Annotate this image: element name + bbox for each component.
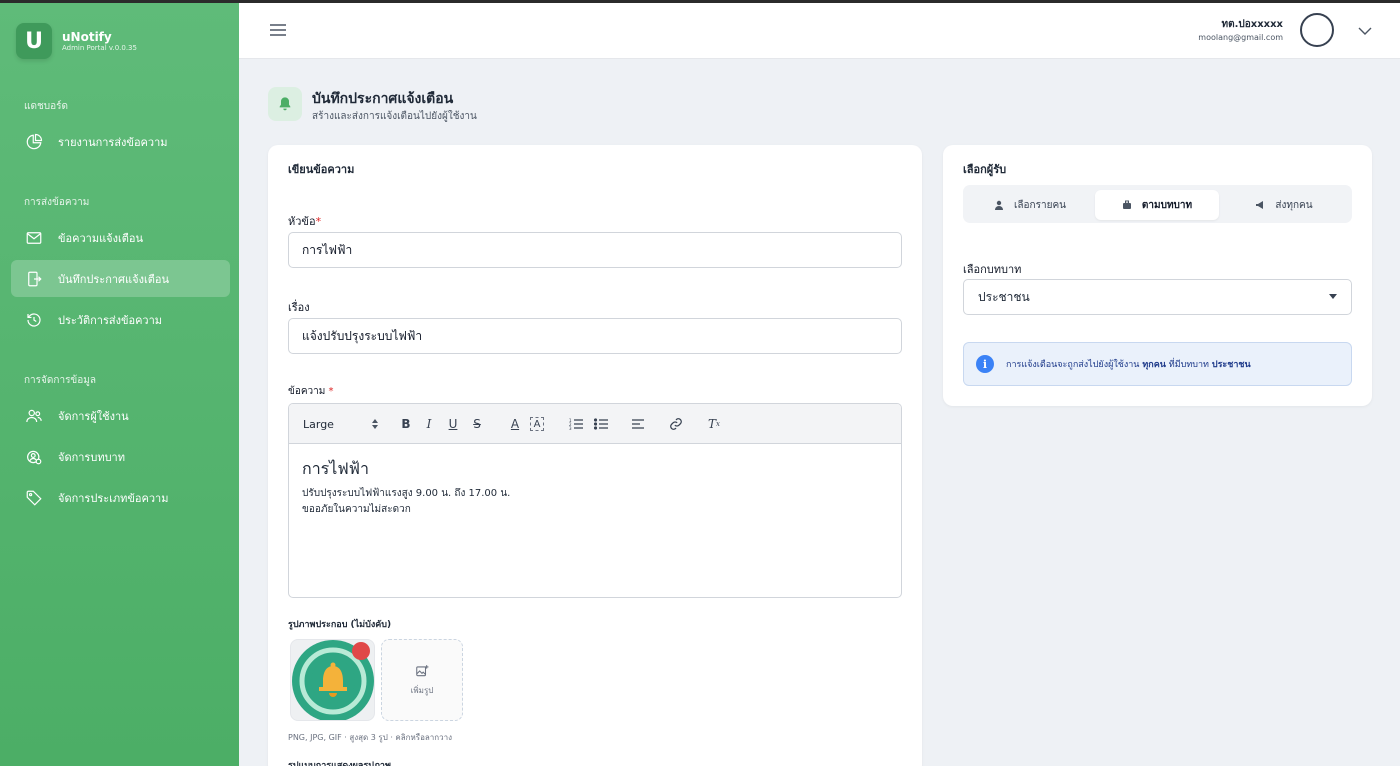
sidebar-item-notifications[interactable]: ข้อความแจ้งเตือน: [11, 219, 230, 256]
history-icon: [27, 312, 41, 327]
image-display-label: รูปแบบการแสดงผลรูปภาพ: [288, 761, 391, 766]
tab-send-all[interactable]: ส่งทุกคน: [1222, 190, 1346, 220]
sidebar-item-label: ข้อความแจ้งเตือน: [58, 231, 144, 245]
role-label: เลือกบทบาท: [963, 263, 1022, 276]
role-icon: [27, 450, 42, 464]
app-name: uNotify: [62, 30, 112, 44]
align-icon[interactable]: [629, 415, 647, 433]
clear-format-icon[interactable]: Tx: [705, 415, 723, 433]
ordered-list-icon[interactable]: 123: [567, 415, 585, 433]
bold-icon[interactable]: B: [397, 415, 415, 433]
add-image-button[interactable]: เพิ่มรูป: [381, 639, 463, 721]
tab-by-role[interactable]: ตามบทบาท: [1095, 190, 1219, 220]
remove-image-button[interactable]: [352, 642, 370, 660]
sidebar-item-label: จัดการประเภทข้อความ: [58, 491, 169, 505]
page-title: บันทึกประกาศแจ้งเตือน: [312, 91, 454, 107]
info-alert: i การแจ้งเตือนจะถูกส่งไปยังผู้ใช้งาน ทุก…: [963, 342, 1352, 386]
editor-line: ขออภัยในความไม่สะดวก: [302, 504, 411, 515]
sidebar-item-users[interactable]: จัดการผู้ใช้งาน: [11, 397, 230, 434]
text-color-icon[interactable]: A: [506, 415, 524, 433]
sidebar-item-label: บันทึกประกาศแจ้งเตือน: [58, 272, 169, 286]
strikethrough-icon[interactable]: S: [468, 415, 486, 433]
page-subtitle: สร้างและส่งการแจ้งเตือนไปยังผู้ใช้งาน: [312, 111, 477, 122]
editor-toolbar: Large B I U S A A 123 Tx: [289, 404, 901, 444]
image-label: รูปภาพประกอบ (ไม่บังคับ): [288, 620, 392, 630]
sidebar: U uNotify Admin Portal v.0.0.35 แดชบอร์ด…: [0, 3, 239, 766]
sidebar-item-history[interactable]: ประวัติการส่งข้อความ: [11, 301, 230, 338]
info-text: การแจ้งเตือนจะถูกส่งไปยังผู้ใช้งาน ทุกคน…: [1006, 360, 1251, 370]
recipient-mode-tabs: เลือกรายคน ตามบทบาท ส่งทุกคน: [963, 185, 1352, 223]
top-header: ทต.ปอxxxxx moolang@gmail.com: [239, 3, 1400, 59]
section-dashboard: แดชบอร์ด: [24, 101, 68, 112]
sidebar-item-message-types[interactable]: จัดการประเภทข้อความ: [11, 479, 230, 516]
svg-text:3: 3: [569, 426, 572, 430]
recipients-card: เลือกผู้รับ เลือกรายคน ตามบทบาท ส่งทุกคน…: [943, 145, 1372, 406]
link-icon[interactable]: [667, 415, 685, 433]
recipients-card-title: เลือกผู้รับ: [963, 163, 1007, 176]
section-messaging: การส่งข้อความ: [24, 197, 90, 208]
caret-down-icon: [1329, 294, 1337, 299]
editor-line: ปรับปรุงระบบไฟฟ้าแรงสูง 9.00 น. ถึง 17.0…: [302, 488, 511, 499]
user-name: ทต.ปอxxxxx: [1221, 19, 1284, 30]
user-email: moolang@gmail.com: [1198, 33, 1283, 42]
hamburger-menu-icon[interactable]: [269, 22, 287, 38]
add-image-label: เพิ่มรูป: [410, 685, 434, 695]
sidebar-item-label: จัดการบทบาท: [58, 450, 125, 464]
tag-icon: [26, 490, 42, 506]
tab-individual[interactable]: เลือกรายคน: [968, 190, 1092, 220]
font-size-select[interactable]: Large: [303, 415, 379, 433]
sidebar-item-label: จัดการผู้ใช้งาน: [58, 409, 129, 423]
subject-input[interactable]: การไฟฟ้า: [288, 232, 902, 268]
sidebar-item-report[interactable]: รายงานการส่งข้อความ: [11, 123, 230, 160]
brand[interactable]: U uNotify Admin Portal v.0.0.35: [16, 23, 137, 59]
bell-icon: [268, 87, 302, 121]
compose-card: เขียนข้อความ หัวข้อ* การไฟฟ้า เรื่อง แจ้…: [268, 145, 922, 766]
image-hint: PNG, JPG, GIF · สูงสุด 3 รูป · คลิกหรือล…: [288, 733, 452, 742]
megaphone-icon: [1256, 201, 1264, 209]
sidebar-item-roles[interactable]: จัดการบทบาท: [11, 438, 230, 475]
add-image-icon: [416, 664, 429, 676]
info-icon: i: [976, 355, 994, 373]
mail-icon: [26, 231, 42, 244]
message-label: ข้อความ *: [288, 386, 334, 397]
section-data-management: การจัดการข้อมูล: [24, 375, 96, 386]
announcement-icon: [28, 271, 42, 286]
chevron-down-icon[interactable]: [1358, 24, 1372, 38]
compose-card-title: เขียนข้อความ: [288, 163, 355, 176]
underline-icon[interactable]: U: [444, 415, 462, 433]
sidebar-item-announcement[interactable]: บันทึกประกาศแจ้งเตือน: [11, 260, 230, 297]
avatar[interactable]: [1300, 13, 1334, 47]
briefcase-icon: [1122, 200, 1131, 209]
bullet-list-icon[interactable]: [592, 415, 610, 433]
editor-heading: การไฟฟ้า: [302, 459, 369, 478]
chart-pie-icon: [26, 133, 43, 149]
italic-icon[interactable]: I: [420, 415, 438, 433]
person-icon: [995, 200, 1003, 210]
rich-text-editor[interactable]: Large B I U S A A 123 Tx การไฟฟ้า ปรับปร…: [288, 403, 902, 598]
app-logo: U: [16, 23, 52, 59]
editor-content[interactable]: การไฟฟ้า ปรับปรุงระบบไฟฟ้าแรงสูง 9.00 น.…: [289, 444, 901, 531]
sidebar-item-label: ประวัติการส่งข้อความ: [58, 313, 163, 327]
topic-label: เรื่อง: [288, 301, 310, 314]
highlight-icon[interactable]: A: [530, 417, 544, 431]
app-version: Admin Portal v.0.0.35: [62, 44, 137, 52]
sidebar-item-label: รายงานการส่งข้อความ: [58, 135, 168, 149]
topic-input[interactable]: แจ้งปรับปรุงระบบไฟฟ้า: [288, 318, 902, 354]
role-select[interactable]: ประชาชน: [963, 279, 1352, 315]
subject-label: หัวข้อ*: [288, 215, 322, 228]
users-icon: [26, 409, 42, 422]
